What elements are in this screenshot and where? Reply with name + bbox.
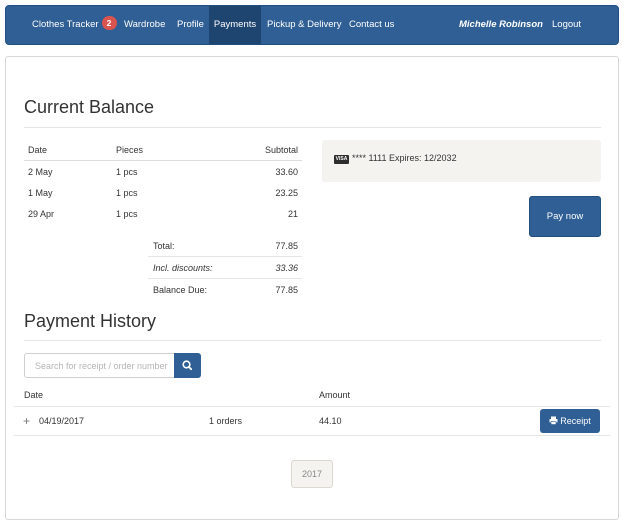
col-header-subtotal: Subtotal xyxy=(264,145,298,155)
table-header-divider xyxy=(24,160,302,161)
total-divider xyxy=(148,256,302,257)
history-row-divider xyxy=(14,435,610,436)
card-details: **** 1111 Expires: 12/2032 xyxy=(352,153,457,163)
nav-item-contact-us[interactable]: Contact us xyxy=(349,6,394,44)
nav-item-pickup-delivery[interactable]: Pickup & Delivery xyxy=(267,6,341,44)
row-date: 29 Apr xyxy=(28,209,55,219)
total-value: 77.85 xyxy=(275,241,298,251)
discount-divider xyxy=(148,278,302,279)
row-subtotal: 21 xyxy=(287,209,298,219)
saved-card-panel: VISA **** 1111 Expires: 12/2032 xyxy=(322,140,601,182)
nav-item-profile[interactable]: Profile xyxy=(177,6,204,44)
row-subtotal: 33.60 xyxy=(275,167,298,177)
search-button[interactable] xyxy=(174,353,201,378)
nav-item-wardrobe[interactable]: Wardrobe xyxy=(124,6,165,44)
visa-icon: VISA xyxy=(334,155,349,164)
section-divider xyxy=(24,340,601,341)
plus-icon[interactable]: + xyxy=(23,414,30,428)
row-pieces: 1 pcs xyxy=(116,188,138,198)
history-row-date: 04/19/2017 xyxy=(39,416,85,426)
row-pieces: 1 pcs xyxy=(116,209,138,219)
notification-badge: 2 xyxy=(101,16,117,30)
nav-item-payments[interactable]: Payments xyxy=(209,6,261,44)
payments-card xyxy=(5,56,619,520)
col-header-date: Date xyxy=(28,145,48,155)
receipt-button[interactable]: Receipt xyxy=(540,409,600,433)
history-header-divider xyxy=(14,406,610,407)
search-icon xyxy=(182,360,193,371)
history-col-header-amount: Amount xyxy=(319,390,351,400)
section-divider xyxy=(24,127,601,128)
logout-link[interactable]: Logout xyxy=(552,6,581,44)
row-date: 2 May xyxy=(28,167,53,177)
total-label: Total: xyxy=(153,241,175,251)
col-header-pieces: Pieces xyxy=(116,145,144,155)
receipt-search-input[interactable] xyxy=(24,353,175,378)
print-icon xyxy=(549,416,558,425)
history-row-orders: 1 orders xyxy=(209,416,243,426)
nav-item-clothes-tracker[interactable]: Clothes Tracker 2 xyxy=(32,6,117,44)
balance-due-value: 77.85 xyxy=(275,285,298,295)
payment-history-title: Payment History xyxy=(24,311,157,331)
user-name-link[interactable]: Michelle Robinson xyxy=(459,6,543,44)
row-pieces: 1 pcs xyxy=(116,167,138,177)
pagination-year-2017[interactable]: 2017 xyxy=(291,460,333,488)
discount-value: 33.36 xyxy=(275,263,298,273)
current-balance-title: Current Balance xyxy=(24,97,155,117)
pay-now-button[interactable]: Pay now xyxy=(529,196,601,237)
receipt-button-label: Receipt xyxy=(560,416,591,426)
history-row-amount: 44.10 xyxy=(319,416,342,426)
discount-label: Incl. discounts: xyxy=(153,263,213,273)
history-col-header-date: Date xyxy=(24,390,44,400)
row-subtotal: 23.25 xyxy=(275,188,298,198)
balance-due-label: Balance Due: xyxy=(153,285,208,295)
top-navbar: Clothes Tracker 2 Wardrobe Profile Paymen… xyxy=(5,5,619,45)
nav-item-label: Clothes Tracker xyxy=(32,19,99,30)
row-date: 1 May xyxy=(28,188,53,198)
